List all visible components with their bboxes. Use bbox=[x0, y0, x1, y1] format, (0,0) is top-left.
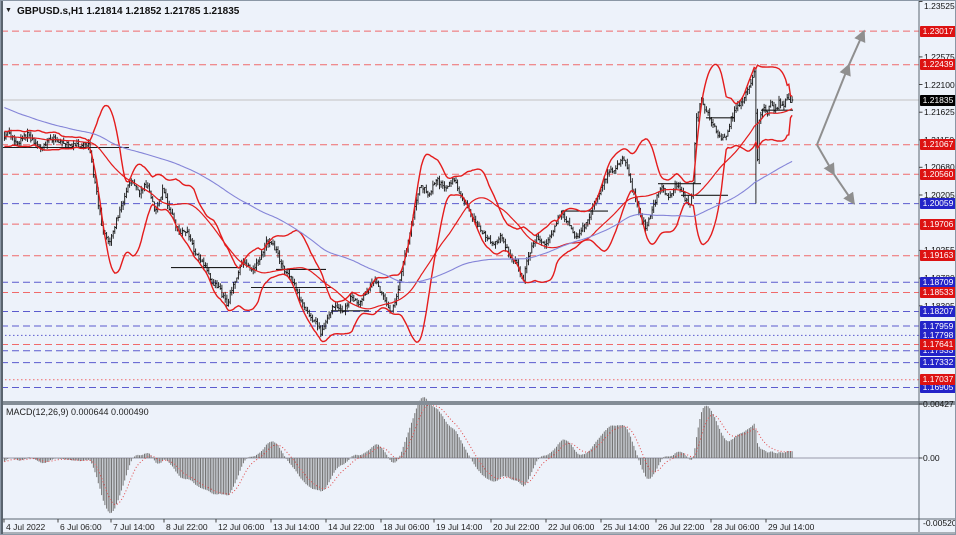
time-axis-label: 14 Jul 22:00 bbox=[328, 522, 374, 532]
time-axis-label: 29 Jul 14:00 bbox=[768, 522, 814, 532]
time-axis-label: 22 Jul 06:00 bbox=[548, 522, 594, 532]
mt4-chart-window: ▼ GBPUSD.s,H1 1.21814 1.21852 1.21785 1.… bbox=[0, 0, 956, 535]
chart-title: GBPUSD.s,H1 1.21814 1.21852 1.21785 1.21… bbox=[17, 6, 239, 17]
time-axis-label: 18 Jul 06:00 bbox=[383, 522, 429, 532]
price-level-badge: 1.18207 bbox=[920, 306, 956, 317]
time-axis-label: 25 Jul 14:00 bbox=[603, 522, 649, 532]
price-level-badge: 1.17332 bbox=[920, 357, 956, 368]
price-level-badge: 1.17037 bbox=[920, 374, 956, 385]
price-level-badge: 1.19706 bbox=[920, 219, 956, 230]
chart-title-bar: ▼ GBPUSD.s,H1 1.21814 1.21852 1.21785 1.… bbox=[5, 4, 239, 18]
price-level-badge: 1.23017 bbox=[920, 26, 956, 37]
price-tick-label: 1.23525 bbox=[924, 1, 955, 11]
price-level-badge: 1.21067 bbox=[920, 139, 956, 150]
price-tick-label: 1.21625 bbox=[924, 107, 955, 117]
macd-axis-label: -0.005202 bbox=[923, 518, 956, 528]
macd-axis-label: 0.00 bbox=[923, 453, 940, 463]
time-axis-label: 6 Jul 06:00 bbox=[60, 522, 102, 532]
price-axis[interactable]: 1.235251.225751.221001.216251.211501.206… bbox=[919, 1, 956, 535]
time-axis-label: 13 Jul 14:00 bbox=[273, 522, 319, 532]
macd-indicator-label: MACD(12,26,9) 0.000644 0.000490 bbox=[6, 407, 149, 417]
time-axis-label: 28 Jul 06:00 bbox=[713, 522, 759, 532]
macd-axis-label: 0.00427 bbox=[923, 399, 954, 409]
time-axis-label: 26 Jul 22:00 bbox=[658, 522, 704, 532]
time-axis-label: 20 Jul 22:00 bbox=[493, 522, 539, 532]
price-level-badge: 1.18533 bbox=[920, 287, 956, 298]
pane-divider[interactable] bbox=[1, 401, 956, 405]
price-tick-label: 1.22100 bbox=[924, 80, 955, 90]
current-price-badge: 1.21835 bbox=[920, 95, 956, 106]
symbol-collapse-icon[interactable]: ▼ bbox=[5, 6, 12, 16]
time-axis[interactable]: 4 Jul 2022 6 Jul 06:00 7 Jul 14:00 8 Jul 22… bbox=[1, 519, 919, 535]
time-axis-label: 7 Jul 14:00 bbox=[113, 522, 155, 532]
time-axis-label: 12 Jul 06:00 bbox=[218, 522, 264, 532]
time-axis-label: 19 Jul 14:00 bbox=[436, 522, 482, 532]
time-axis-label: 8 Jul 22:00 bbox=[166, 522, 208, 532]
price-level-badge: 1.22439 bbox=[920, 59, 956, 70]
price-level-badge: 1.19163 bbox=[920, 250, 956, 261]
time-axis-label: 4 Jul 2022 bbox=[6, 522, 45, 532]
price-level-badge: 1.20560 bbox=[920, 169, 956, 180]
chart-canvas[interactable] bbox=[1, 1, 956, 535]
price-level-badge: 1.20059 bbox=[920, 198, 956, 209]
price-level-badge: 1.17641 bbox=[920, 339, 956, 350]
